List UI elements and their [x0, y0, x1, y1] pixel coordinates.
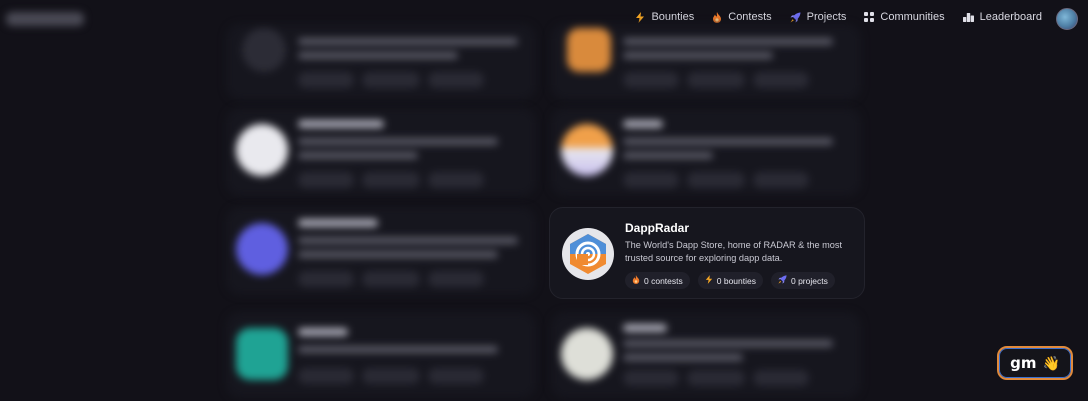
- podium-icon: [962, 12, 974, 22]
- nav-projects-label: Projects: [806, 11, 847, 23]
- nav-contests[interactable]: Contests: [712, 11, 772, 23]
- nav-communities-label: Communities: [880, 11, 945, 23]
- contests-count-label: 0 contests: [644, 275, 683, 286]
- gm-label: gm: [1010, 354, 1037, 372]
- lightning-icon: [635, 11, 645, 23]
- bounties-count-badge[interactable]: 0 bounties: [697, 272, 763, 289]
- community-logo: [236, 328, 288, 380]
- rocket-icon: [778, 275, 787, 286]
- projects-count-badge[interactable]: 0 projects: [770, 272, 835, 289]
- nav-projects[interactable]: Projects: [790, 11, 847, 23]
- waving-hand-icon: 👋: [1042, 354, 1060, 371]
- projects-count-label: 0 projects: [790, 275, 828, 286]
- community-card[interactable]: [551, 24, 861, 100]
- dappradar-logo: [562, 228, 614, 280]
- community-card[interactable]: [226, 108, 536, 196]
- community-logo: [236, 223, 288, 275]
- nav-bounties[interactable]: Bounties: [635, 11, 694, 23]
- community-card[interactable]: [226, 207, 536, 295]
- main-nav: Bounties Contests Projects Communities L…: [635, 11, 1042, 23]
- community-card[interactable]: [551, 312, 861, 398]
- community-description: The World's Dapp Store, home of RADAR & …: [625, 240, 843, 263]
- flame-icon: [712, 11, 722, 23]
- nav-contests-label: Contests: [728, 11, 772, 23]
- top-bar: Bounties Contests Projects Communities L…: [0, 0, 1088, 38]
- community-logo: [242, 28, 286, 72]
- nav-leaderboard-label: Leaderboard: [979, 11, 1042, 23]
- rocket-icon: [790, 12, 801, 23]
- community-card[interactable]: [551, 108, 861, 196]
- lightning-icon: [705, 275, 713, 286]
- bounties-count-label: 0 bounties: [716, 275, 756, 286]
- contests-count-badge[interactable]: 0 contests: [625, 272, 690, 289]
- user-avatar[interactable]: [1056, 8, 1078, 30]
- community-logo: [561, 328, 613, 380]
- nav-leaderboard[interactable]: Leaderboard: [962, 11, 1042, 23]
- community-card-dappradar[interactable]: DappRadar The World's Dapp Store, home o…: [549, 207, 865, 299]
- community-logo: [236, 124, 288, 176]
- community-card[interactable]: [226, 312, 536, 398]
- community-stats: 0 contests 0 bounties 0 projects: [625, 272, 835, 289]
- grid-icon: [864, 12, 875, 22]
- gm-button[interactable]: gm 👋: [997, 346, 1073, 380]
- nav-communities[interactable]: Communities: [864, 11, 945, 23]
- community-card[interactable]: [226, 24, 536, 100]
- nav-bounties-label: Bounties: [651, 11, 695, 23]
- flame-icon: [632, 275, 640, 286]
- community-logo: [561, 124, 613, 176]
- community-name: DappRadar: [625, 221, 690, 235]
- site-logo[interactable]: [6, 12, 84, 26]
- community-logo: [567, 28, 611, 72]
